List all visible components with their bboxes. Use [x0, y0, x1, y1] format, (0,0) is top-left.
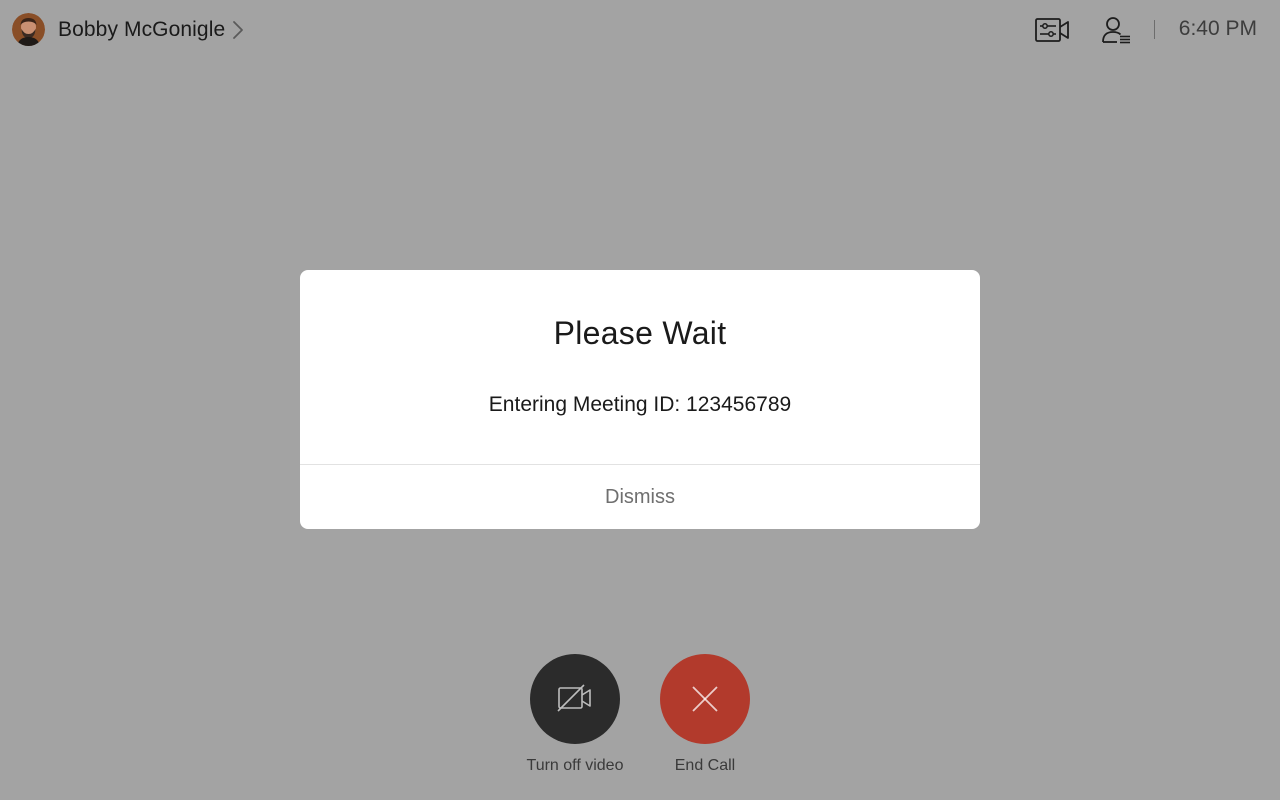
chevron-right-icon	[233, 20, 244, 39]
please-wait-dialog: Please Wait Entering Meeting ID: 1234567…	[300, 270, 980, 529]
header-divider	[1154, 20, 1155, 39]
turn-off-video-button[interactable]	[530, 654, 620, 744]
video-off-icon	[557, 684, 591, 712]
top-bar: Bobby McGonigle 6:40 PM	[0, 0, 1280, 60]
user-profile-button[interactable]: Bobby McGonigle	[12, 13, 245, 46]
video-control: Turn off video	[515, 654, 635, 775]
participants-button[interactable]	[1096, 12, 1136, 48]
video-control-label: Turn off video	[526, 757, 624, 774]
user-name: Bobby McGonigle	[58, 17, 226, 41]
dismiss-button[interactable]: Dismiss	[300, 465, 980, 529]
avatar	[12, 13, 45, 46]
clock: 6:40 PM	[1178, 17, 1257, 40]
end-call-button[interactable]	[660, 654, 750, 744]
end-call-control: End Call	[645, 654, 765, 775]
close-icon	[692, 686, 718, 712]
dialog-title: Please Wait	[553, 315, 727, 351]
dialog-message: Entering Meeting ID: 123456789	[488, 393, 792, 416]
camera-settings-button[interactable]	[1032, 12, 1072, 48]
end-call-label: End Call	[674, 757, 736, 774]
camera-settings-icon	[1035, 18, 1069, 42]
participants-list-icon	[1102, 17, 1130, 44]
